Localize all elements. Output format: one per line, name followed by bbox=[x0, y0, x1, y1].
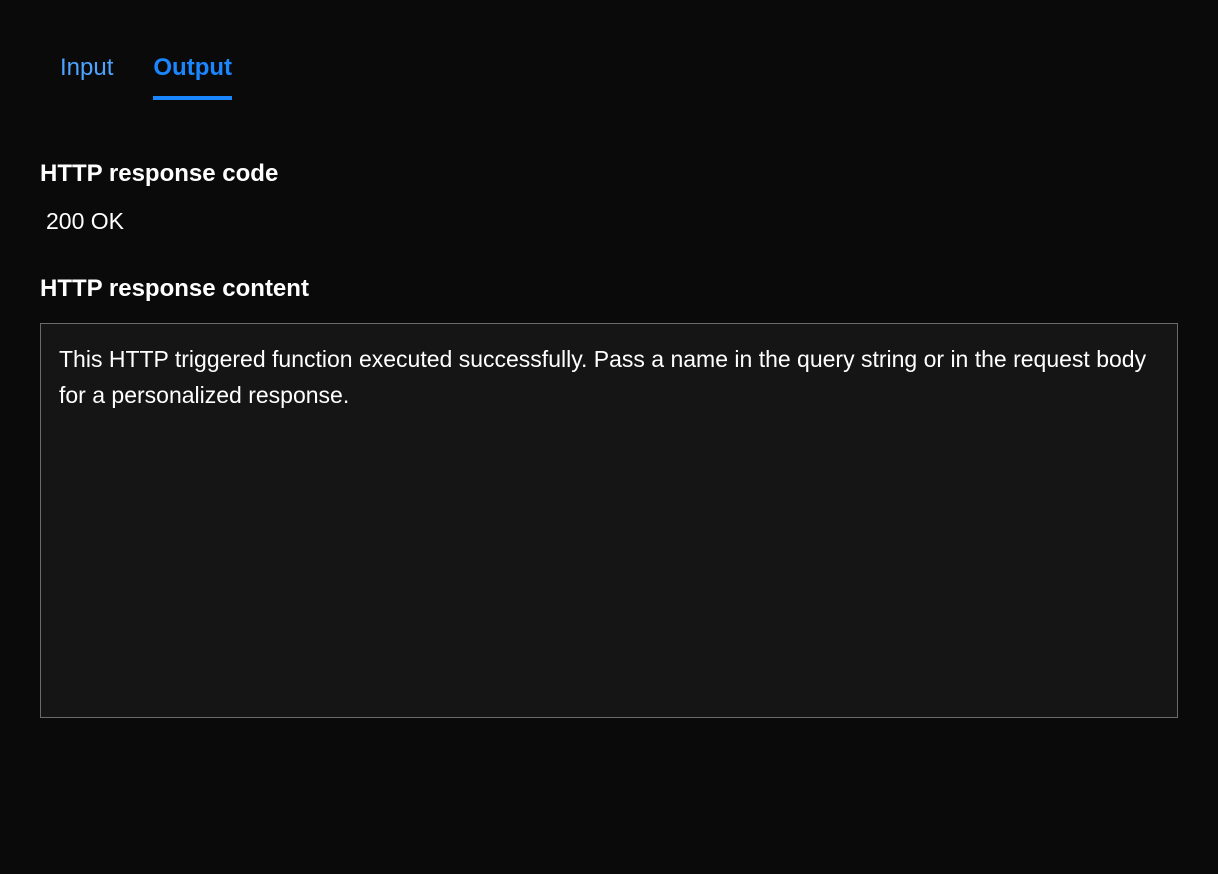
response-content-body[interactable]: This HTTP triggered function executed su… bbox=[40, 323, 1178, 718]
response-code-section: HTTP response code 200 OK bbox=[40, 160, 1178, 235]
tab-input[interactable]: Input bbox=[60, 40, 113, 100]
response-code-label: HTTP response code bbox=[40, 160, 1178, 188]
response-content-label: HTTP response content bbox=[40, 275, 1178, 303]
response-content-section: HTTP response content This HTTP triggere… bbox=[40, 275, 1178, 718]
response-code-value: 200 OK bbox=[40, 208, 1178, 235]
tab-output[interactable]: Output bbox=[153, 40, 232, 100]
tabs-container: Input Output bbox=[40, 40, 1178, 100]
